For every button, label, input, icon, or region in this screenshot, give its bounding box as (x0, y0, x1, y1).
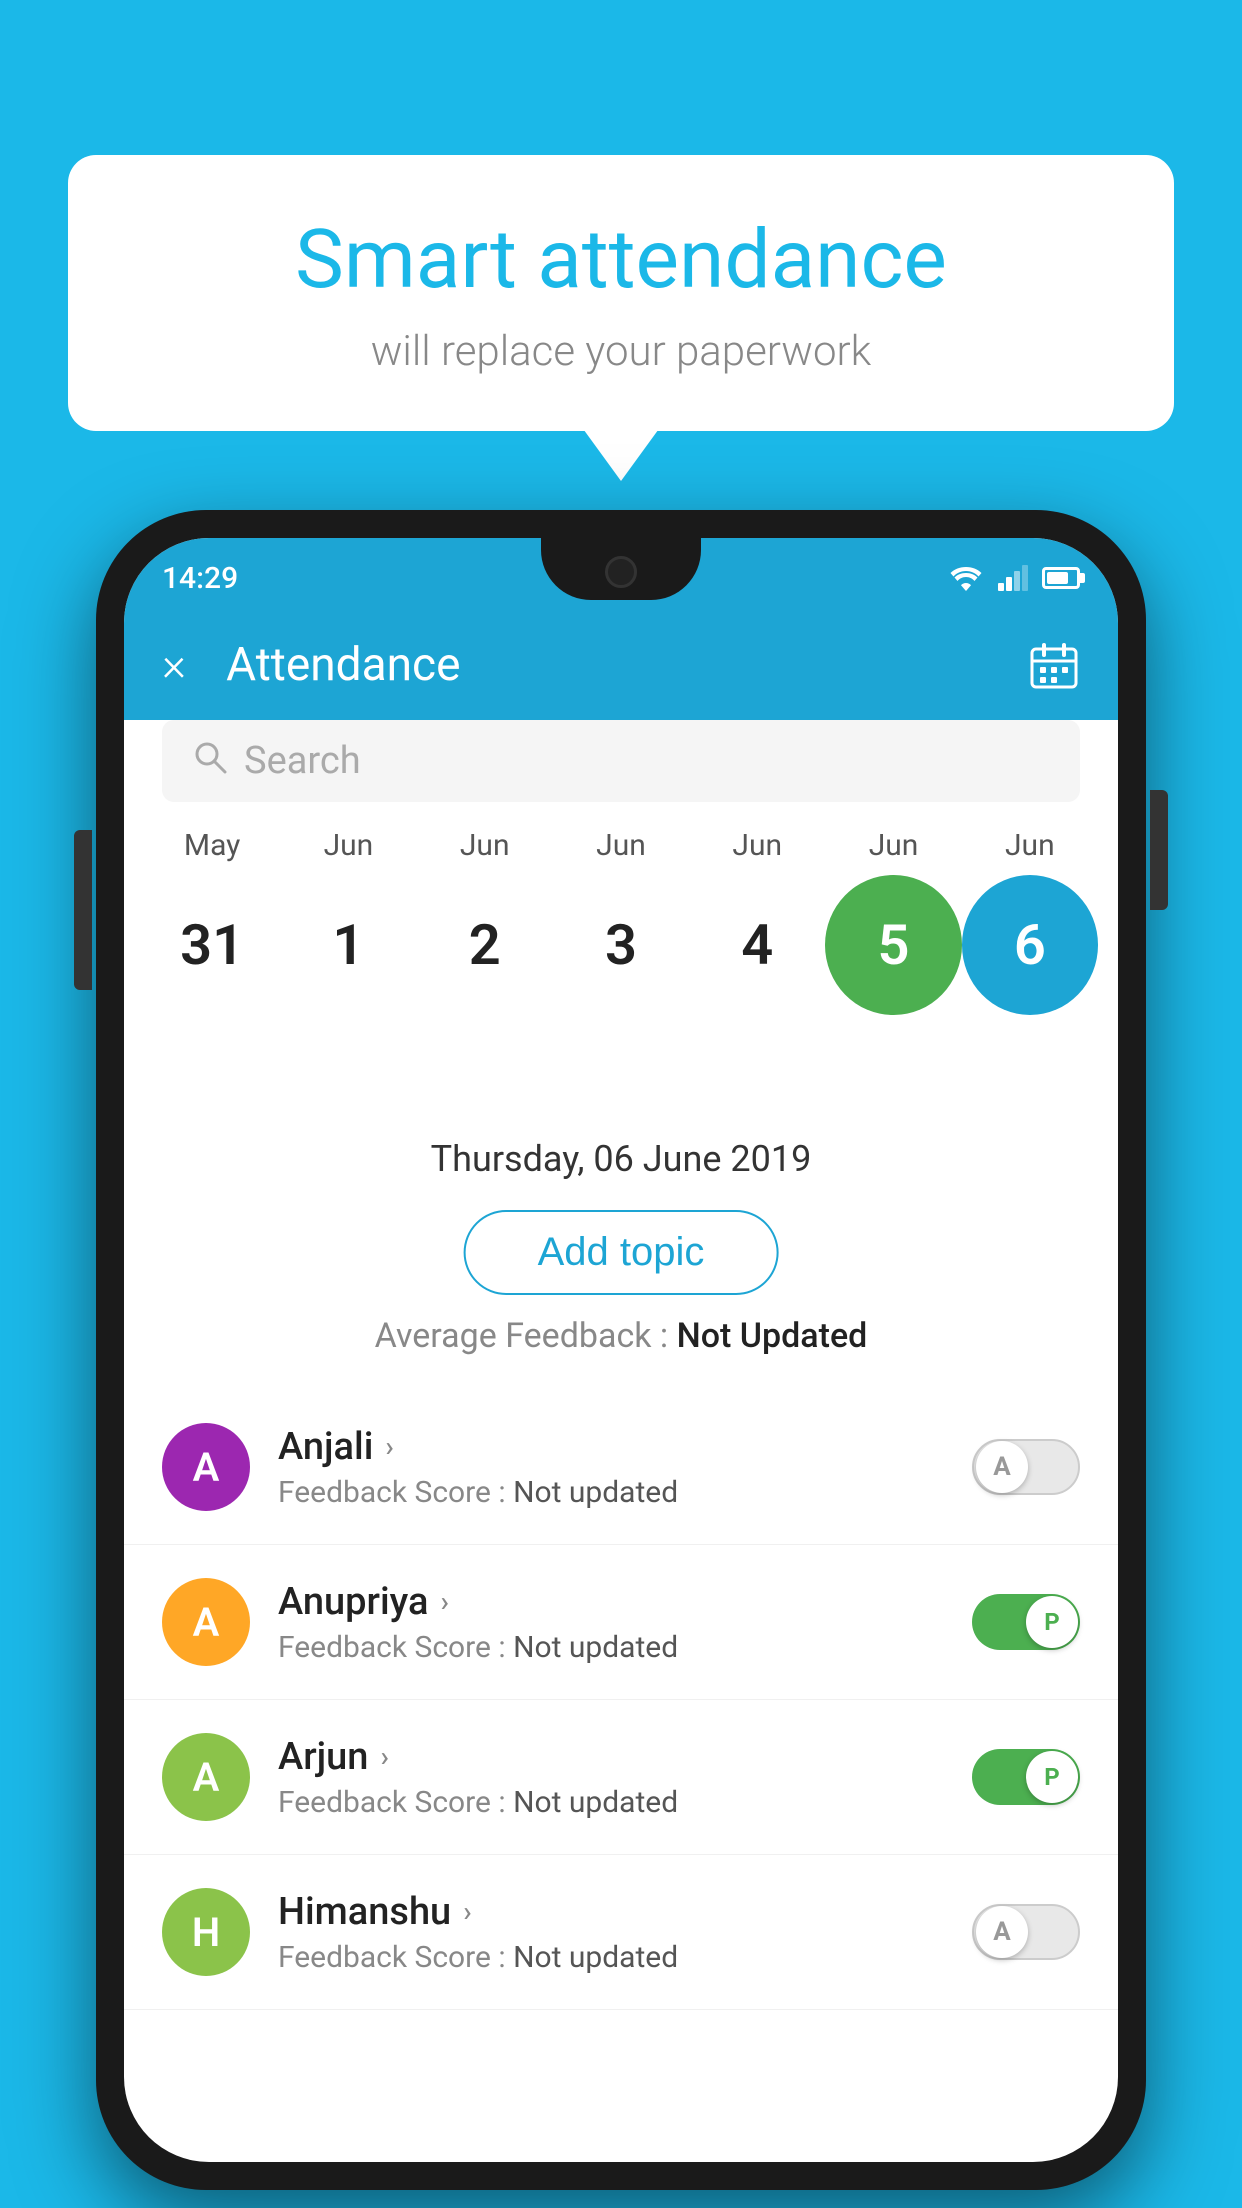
avg-feedback-label: Average Feedback : (375, 1316, 677, 1356)
signal-icon (998, 565, 1028, 591)
avatar: A (162, 1578, 250, 1666)
date-6-selected[interactable]: 6 (962, 875, 1098, 1015)
status-icons (948, 557, 1080, 591)
speech-bubble: Smart attendance will replace your paper… (68, 155, 1174, 431)
month-jun-3: Jun (553, 828, 689, 863)
avatar: A (162, 1423, 250, 1511)
phone-screen: 14:29 (124, 538, 1118, 2162)
student-feedback: Feedback Score : Not updated (278, 1940, 972, 1975)
student-name: Arjun › (278, 1735, 972, 1779)
speech-bubble-title: Smart attendance (118, 215, 1124, 305)
student-list: A Anjali › Feedback Score : Not updated … (124, 1390, 1118, 2162)
student-info: Anupriya › Feedback Score : Not updated (278, 1580, 972, 1665)
date-1[interactable]: 1 (280, 875, 416, 1015)
month-row: May Jun Jun Jun Jun Jun Jun (144, 828, 1098, 863)
add-topic-container: Add topic (464, 1210, 779, 1295)
search-placeholder: Search (244, 739, 361, 783)
date-3[interactable]: 3 (553, 875, 689, 1015)
search-bar[interactable]: Search (162, 720, 1080, 802)
toggle-knob: A (976, 1441, 1028, 1493)
attendance-toggle[interactable]: P (972, 1749, 1080, 1805)
phone-notch (541, 538, 701, 600)
date-31[interactable]: 31 (144, 875, 280, 1015)
app-bar-title: Attendance (226, 638, 1028, 692)
month-jun-2: Jun (417, 828, 553, 863)
battery-icon (1042, 567, 1080, 589)
attendance-toggle[interactable]: P (972, 1594, 1080, 1650)
month-jun-5: Jun (825, 828, 961, 863)
toggle-on[interactable]: P (972, 1594, 1080, 1650)
phone-device: 14:29 (96, 510, 1146, 2190)
date-row: 31 1 2 3 4 5 6 (144, 875, 1098, 1015)
calendar-icon[interactable] (1028, 639, 1080, 691)
toggle-off[interactable]: A (972, 1904, 1080, 1960)
avg-feedback: Average Feedback : Not Updated (124, 1316, 1118, 1356)
speech-bubble-container: Smart attendance will replace your paper… (68, 155, 1174, 431)
status-time: 14:29 (162, 553, 238, 596)
chevron-right-icon: › (440, 1585, 448, 1618)
list-item[interactable]: A Anupriya › Feedback Score : Not update… (124, 1545, 1118, 1700)
list-item[interactable]: H Himanshu › Feedback Score : Not update… (124, 1855, 1118, 2010)
selected-date-label: Thursday, 06 June 2019 (124, 1138, 1118, 1180)
phone-outer: 14:29 (96, 510, 1146, 2190)
student-name: Himanshu › (278, 1890, 972, 1934)
student-feedback: Feedback Score : Not updated (278, 1785, 972, 1820)
toggle-knob: P (1026, 1751, 1078, 1803)
wifi-icon (948, 565, 984, 591)
chevron-right-icon: › (385, 1430, 393, 1463)
student-feedback: Feedback Score : Not updated (278, 1630, 972, 1665)
month-jun-6: Jun (962, 828, 1098, 863)
student-name: Anupriya › (278, 1580, 972, 1624)
calendar-strip: May Jun Jun Jun Jun Jun Jun 31 1 2 3 4 5… (124, 828, 1118, 1015)
date-4[interactable]: 4 (689, 875, 825, 1015)
close-button[interactable]: × (162, 638, 186, 692)
date-2[interactable]: 2 (417, 875, 553, 1015)
avatar: A (162, 1733, 250, 1821)
list-item[interactable]: A Arjun › Feedback Score : Not updated P (124, 1700, 1118, 1855)
front-camera (605, 556, 637, 588)
toggle-knob: A (976, 1906, 1028, 1958)
month-may: May (144, 828, 280, 863)
toggle-off[interactable]: A (972, 1439, 1080, 1495)
add-topic-button[interactable]: Add topic (464, 1210, 779, 1295)
avatar: H (162, 1888, 250, 1976)
month-jun-1: Jun (280, 828, 416, 863)
speech-bubble-subtitle: will replace your paperwork (118, 327, 1124, 376)
toggle-knob: P (1026, 1596, 1078, 1648)
toggle-on[interactable]: P (972, 1749, 1080, 1805)
chevron-right-icon: › (463, 1895, 471, 1928)
avg-feedback-value: Not Updated (677, 1316, 868, 1356)
chevron-right-icon: › (380, 1740, 388, 1773)
student-name: Anjali › (278, 1425, 972, 1469)
list-item[interactable]: A Anjali › Feedback Score : Not updated … (124, 1390, 1118, 1545)
search-bar-container: Search (162, 720, 1080, 802)
date-5-today[interactable]: 5 (825, 875, 961, 1015)
student-info: Arjun › Feedback Score : Not updated (278, 1735, 972, 1820)
attendance-toggle[interactable]: A (972, 1904, 1080, 1960)
search-icon (192, 739, 228, 784)
student-info: Anjali › Feedback Score : Not updated (278, 1425, 972, 1510)
app-bar: × Attendance (124, 610, 1118, 720)
month-jun-4: Jun (689, 828, 825, 863)
student-info: Himanshu › Feedback Score : Not updated (278, 1890, 972, 1975)
attendance-toggle[interactable]: A (972, 1439, 1080, 1495)
student-feedback: Feedback Score : Not updated (278, 1475, 972, 1510)
